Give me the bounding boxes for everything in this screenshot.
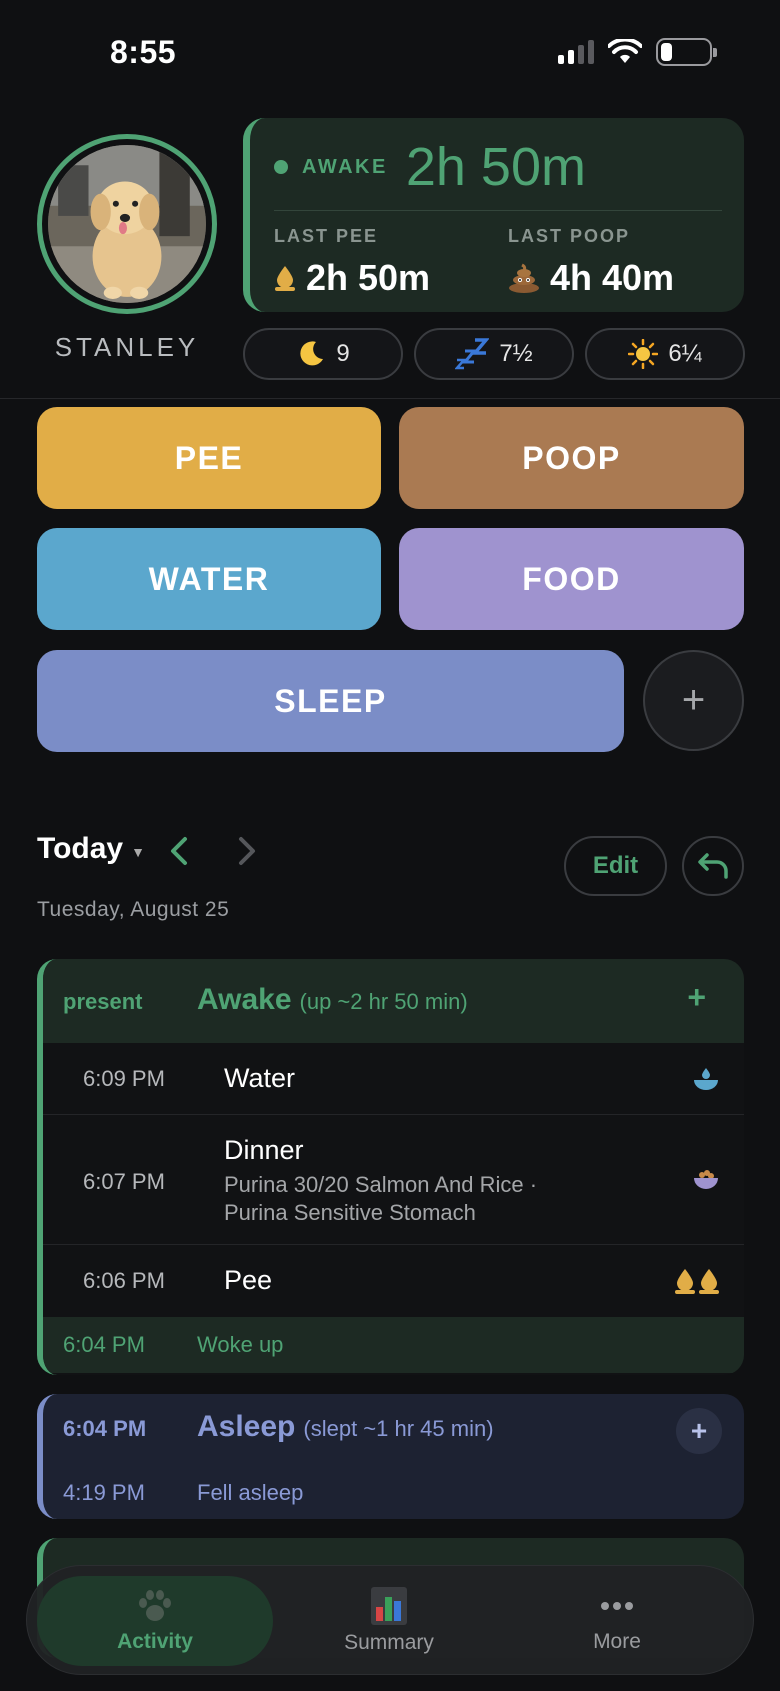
sun-icon (628, 339, 659, 369)
previous-day-button[interactable] (168, 836, 190, 866)
awake-period-block: present Awake (up ~2 hr 50 min) + 6:09 PM… (37, 959, 744, 1375)
log-food-button[interactable]: FOOD (399, 528, 744, 630)
tab-more[interactable]: More (517, 1576, 717, 1666)
event-row-pee[interactable]: 6:06 PM Pee (43, 1245, 744, 1317)
present-label: present (63, 989, 143, 1014)
asleep-start-time: 4:19 PM (63, 1480, 145, 1505)
status-time: 8:55 (110, 34, 177, 70)
event-time: 6:06 PM (83, 1268, 165, 1293)
woke-up-label: Woke up (197, 1332, 284, 1357)
awake-period-title: Awake (up ~2 hr 50 min) (197, 983, 468, 1017)
tab-summary[interactable]: Summary (289, 1576, 489, 1666)
event-subtitle-line1: Purina 30/20 Salmon And Rice · (224, 1172, 538, 1197)
pee-drop-icon (275, 266, 295, 291)
woke-up-time: 6:04 PM (63, 1332, 145, 1357)
tab-activity-label: Activity (117, 1630, 193, 1653)
double-drop-icon (675, 1269, 719, 1294)
status-bar: 8:55 (0, 0, 780, 100)
date-label: Tuesday, August 25 (37, 898, 230, 921)
water-bowl-icon (694, 1068, 718, 1090)
tab-bar: Activity Summary More (26, 1565, 754, 1675)
add-activity-button[interactable]: + (643, 650, 744, 751)
last-poop-value: 4h 40m (550, 257, 675, 298)
awake-status-header: AWAKE 2h 50m (274, 136, 586, 198)
awake-duration: 2h 50m (405, 137, 586, 197)
next-day-button[interactable] (236, 836, 258, 866)
last-pee-label: LAST PEE (274, 226, 379, 246)
edit-button[interactable]: Edit (564, 836, 667, 896)
add-to-awake-button[interactable]: + (687, 979, 706, 1016)
last-pee-value: 2h 50m (306, 257, 431, 298)
poop-icon (509, 263, 539, 293)
asleep-end-time: 6:04 PM (63, 1416, 147, 1441)
awake-period-subtitle: (up ~2 hr 50 min) (299, 989, 468, 1014)
woke-up-row[interactable]: 6:04 PM Woke up (43, 1317, 744, 1373)
avatar-photo (48, 145, 206, 303)
dog-name: STANLEY (54, 332, 200, 362)
event-title: Pee (224, 1265, 273, 1295)
today-label: Today (37, 832, 124, 865)
last-poop-label: LAST POOP (508, 226, 631, 246)
event-time: 6:09 PM (83, 1066, 165, 1091)
log-sleep-button[interactable]: SLEEP (37, 650, 624, 752)
cellular-signal-icon (558, 40, 594, 64)
battery-icon (656, 38, 717, 66)
event-subtitle-line2: Purina Sensitive Stomach (224, 1200, 476, 1225)
awake-hours-value: 6¼ (668, 340, 702, 367)
tab-more-label: More (593, 1630, 641, 1653)
ellipsis-icon (601, 1602, 633, 1610)
event-title: Dinner (224, 1135, 304, 1165)
awake-status-card[interactable]: AWAKE 2h 50m LAST PEE 2h 50m LAST POOP 4… (243, 118, 744, 312)
moon-icon (300, 341, 324, 366)
paw-icon (139, 1590, 171, 1621)
last-poop-stat: LAST POOP 4h 40m (508, 226, 674, 299)
night-count-value: 9 (336, 340, 350, 367)
wifi-icon (608, 39, 642, 63)
last-pee-stat: LAST PEE 2h 50m (274, 226, 430, 299)
bar-chart-icon (371, 1587, 407, 1625)
status-dot-icon (274, 160, 288, 174)
awake-period-header[interactable]: present Awake (up ~2 hr 50 min) + (43, 959, 744, 1043)
event-row-dinner[interactable]: 6:07 PM Dinner Purina 30/20 Salmon And R… (43, 1115, 744, 1245)
caret-down-icon: ▼ (131, 844, 145, 860)
undo-icon (698, 853, 728, 879)
log-pee-button[interactable]: PEE (37, 407, 381, 509)
day-selector[interactable]: Today ▼ (37, 832, 145, 866)
stats-pills: 9 7½ 6¼ (243, 328, 745, 380)
food-bowl-icon (694, 1170, 718, 1189)
sleep-hours-pill[interactable]: 7½ (414, 328, 574, 380)
zzz-icon (455, 338, 490, 370)
add-to-asleep-button[interactable]: + (676, 1408, 722, 1454)
event-time: 6:07 PM (83, 1169, 165, 1194)
asleep-title-text: Asleep (197, 1410, 296, 1443)
log-poop-button[interactable]: POOP (399, 407, 744, 509)
asleep-period-subtitle: (slept ~1 hr 45 min) (303, 1416, 494, 1441)
night-count-pill[interactable]: 9 (243, 328, 403, 380)
dog-avatar[interactable] (37, 134, 217, 314)
tab-activity[interactable]: Activity (37, 1576, 273, 1666)
header-divider (0, 398, 780, 399)
awake-hours-pill[interactable]: 6¼ (585, 328, 745, 380)
asleep-period-block[interactable]: 6:04 PM Asleep (slept ~1 hr 45 min) + 4:1… (37, 1394, 744, 1519)
sleep-hours-value: 7½ (499, 340, 533, 367)
asleep-period-title: Asleep (slept ~1 hr 45 min) (197, 1410, 494, 1444)
log-water-button[interactable]: WATER (37, 528, 381, 630)
event-row-water[interactable]: 6:09 PM Water (43, 1043, 744, 1115)
tab-summary-label: Summary (344, 1631, 434, 1654)
fell-asleep-label: Fell asleep (197, 1480, 304, 1505)
undo-button[interactable] (682, 836, 744, 896)
awake-title-text: Awake (197, 983, 292, 1016)
event-title: Water (224, 1063, 296, 1093)
awake-status-label: AWAKE (302, 155, 388, 178)
card-divider (274, 210, 722, 211)
status-icons (558, 38, 717, 66)
